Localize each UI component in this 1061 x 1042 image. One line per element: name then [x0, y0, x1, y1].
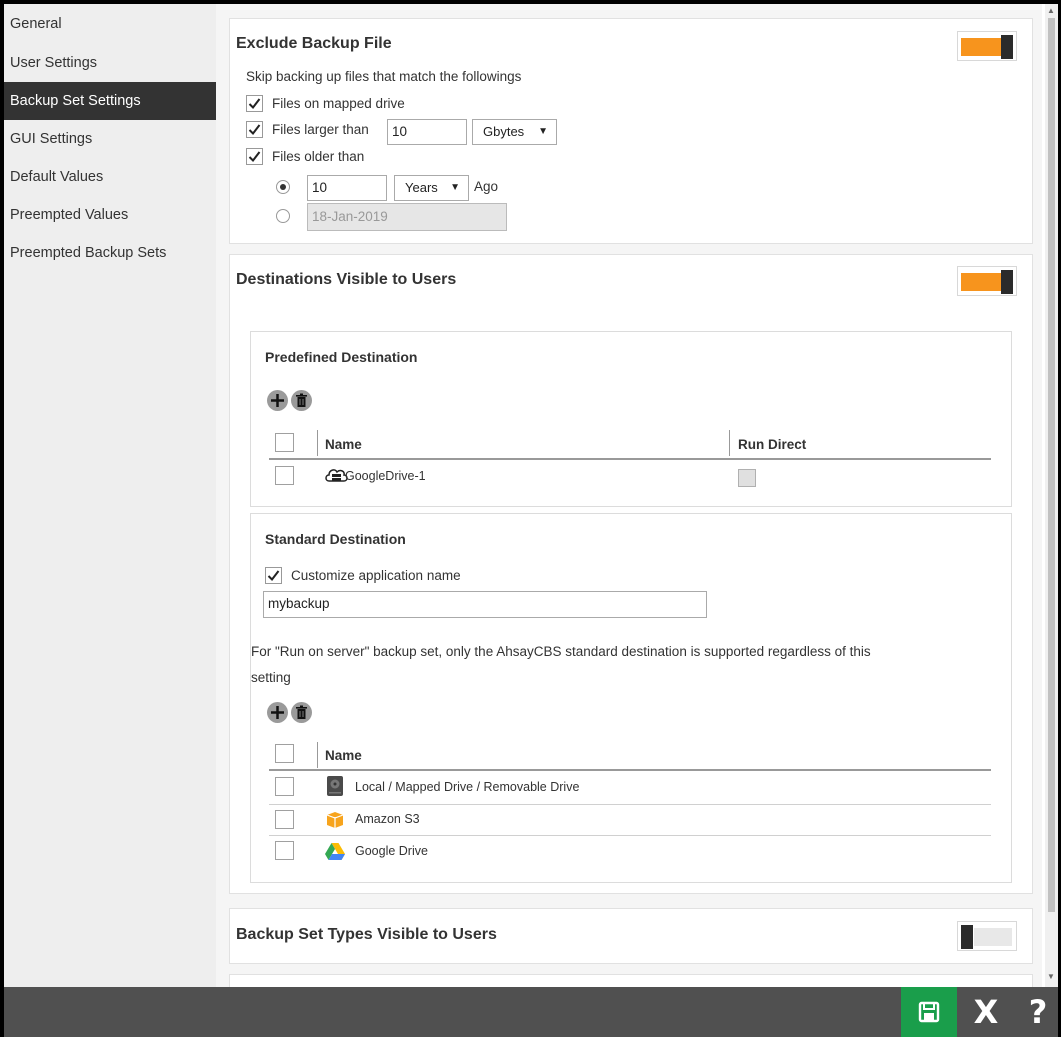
sidebar-item-user-settings[interactable]: User Settings: [4, 44, 216, 82]
main-content: Exclude Backup File Skip backing up file…: [216, 4, 1042, 987]
row-divider: [269, 804, 991, 805]
row-checkbox[interactable]: [275, 810, 294, 829]
destinations-toggle[interactable]: [957, 266, 1017, 296]
age-input[interactable]: 10: [307, 175, 387, 201]
predefined-destination-title: Predefined Destination: [265, 349, 418, 365]
exclude-backup-file-title: Exclude Backup File: [236, 35, 392, 52]
sidebar-item-preempted-values[interactable]: Preempted Values: [4, 196, 216, 234]
toggle-fill: [961, 273, 1003, 291]
table-header-divider: [269, 458, 991, 460]
sidebar-item-backup-set-settings[interactable]: Backup Set Settings: [4, 82, 216, 120]
older-than-label: Files older than: [272, 149, 365, 164]
exclude-backup-file-toggle[interactable]: [957, 31, 1017, 61]
exclude-description: Skip backing up files that match the fol…: [246, 69, 522, 84]
size-unit-value: Gbytes: [483, 124, 525, 139]
sidebar: General User Settings Backup Set Setting…: [4, 4, 216, 987]
sidebar-item-default-values[interactable]: Default Values: [4, 158, 216, 196]
ago-label: Ago: [474, 179, 499, 194]
run-direct-checkbox[interactable]: [738, 469, 756, 487]
table-header-divider: [269, 769, 991, 771]
predefined-row-name[interactable]: GoogleDrive-1: [345, 469, 426, 483]
destinations-title: Destinations Visible to Users: [236, 271, 457, 288]
column-separator: [317, 430, 318, 456]
row-divider: [269, 835, 991, 836]
column-header-name: Name: [325, 437, 362, 452]
standard-row-name[interactable]: Local / Mapped Drive / Removable Drive: [355, 780, 579, 794]
checkmark-icon: [248, 98, 261, 110]
cloud-server-icon: [324, 465, 348, 487]
column-header-run-direct: Run Direct: [738, 437, 807, 452]
predefined-destination-section: Predefined Destination Name Run Direct G…: [250, 331, 1012, 507]
toggle-fill: [961, 38, 1003, 56]
bottom-toolbar: X ?: [4, 987, 1058, 1037]
hard-drive-icon: [324, 775, 346, 797]
row-checkbox[interactable]: [275, 841, 294, 860]
column-separator: [729, 430, 730, 456]
save-button[interactable]: [901, 987, 957, 1037]
checkmark-icon: [248, 124, 261, 136]
backup-set-types-toggle[interactable]: [957, 921, 1017, 951]
sidebar-item-general[interactable]: General: [4, 6, 216, 42]
add-icon[interactable]: [267, 702, 288, 723]
standard-row-name[interactable]: Google Drive: [355, 844, 428, 858]
scroll-thumb[interactable]: [1048, 18, 1055, 912]
mapped-drive-label: Files on mapped drive: [272, 96, 405, 111]
row-checkbox[interactable]: [275, 466, 294, 485]
sidebar-item-gui-settings[interactable]: GUI Settings: [4, 120, 216, 158]
vertical-scrollbar[interactable]: ▲ ▼: [1045, 4, 1058, 987]
dropdown-arrow-icon: ▼: [538, 126, 548, 137]
backup-set-types-panel: Backup Set Types Visible to Users: [229, 908, 1033, 964]
age-radio[interactable]: [276, 180, 290, 194]
age-unit-value: Years: [405, 180, 438, 195]
select-all-checkbox[interactable]: [275, 433, 294, 452]
sidebar-item-preempted-backup-sets[interactable]: Preempted Backup Sets: [4, 234, 216, 272]
toggle-knob: [1001, 270, 1013, 294]
google-drive-icon: [324, 840, 346, 862]
larger-than-input[interactable]: 10: [387, 119, 467, 145]
select-all-checkbox[interactable]: [275, 744, 294, 763]
dropdown-arrow-icon: ▼: [450, 182, 460, 193]
column-header-name: Name: [325, 748, 362, 763]
column-separator: [317, 742, 318, 768]
larger-than-checkbox[interactable]: [246, 121, 263, 138]
older-than-checkbox[interactable]: [246, 148, 263, 165]
larger-than-label: Files larger than: [272, 122, 369, 137]
toggle-fill: [974, 928, 1012, 946]
scroll-up-icon[interactable]: ▲: [1047, 6, 1055, 15]
mapped-drive-checkbox[interactable]: [246, 95, 263, 112]
scroll-down-icon[interactable]: ▼: [1047, 972, 1055, 981]
app-name-input[interactable]: mybackup: [263, 591, 707, 618]
age-unit-select[interactable]: Years ▼: [394, 175, 469, 201]
checkmark-icon: [248, 151, 261, 163]
standard-destination-section: Standard Destination Customize applicati…: [250, 513, 1012, 883]
backup-set-types-title: Backup Set Types Visible to Users: [236, 926, 497, 943]
size-unit-select[interactable]: Gbytes ▼: [472, 119, 557, 145]
help-button[interactable]: ?: [1020, 987, 1056, 1037]
amazon-s3-icon: [324, 808, 346, 830]
run-on-server-note: For "Run on server" backup set, only the…: [251, 644, 871, 659]
date-radio[interactable]: [276, 209, 290, 223]
next-panel: [229, 974, 1033, 987]
floppy-disk-icon: [918, 1001, 940, 1023]
toggle-knob: [961, 925, 973, 949]
toggle-knob: [1001, 35, 1013, 59]
standard-row-name[interactable]: Amazon S3: [355, 812, 420, 826]
destinations-panel: Destinations Visible to Users Predefined…: [229, 254, 1033, 894]
date-input[interactable]: 18-Jan-2019: [307, 203, 507, 231]
trash-icon[interactable]: [291, 702, 312, 723]
row-checkbox[interactable]: [275, 777, 294, 796]
add-icon[interactable]: [267, 390, 288, 411]
run-on-server-note-cont: setting: [251, 670, 291, 685]
trash-icon[interactable]: [291, 390, 312, 411]
radio-dot: [280, 184, 286, 190]
customize-app-name-checkbox[interactable]: [265, 567, 282, 584]
close-button[interactable]: X: [966, 987, 1006, 1037]
checkmark-icon: [267, 570, 280, 582]
exclude-backup-file-panel: Exclude Backup File Skip backing up file…: [229, 18, 1033, 244]
customize-app-name-label: Customize application name: [291, 568, 461, 583]
standard-destination-title: Standard Destination: [265, 531, 406, 547]
